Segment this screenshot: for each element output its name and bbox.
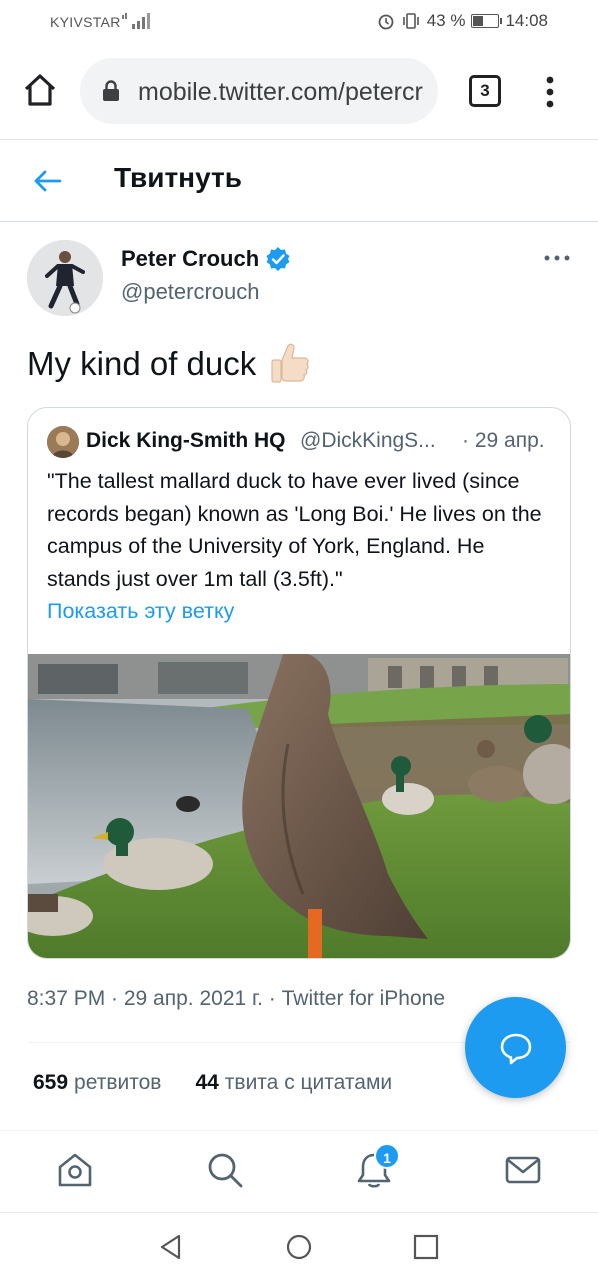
verified-badge-icon	[266, 247, 290, 271]
quoted-author-name[interactable]: Dick King-Smith HQ	[86, 429, 286, 453]
avatar[interactable]	[27, 240, 103, 316]
compose-reply-button[interactable]	[465, 997, 566, 1098]
tweet-text: My kind of duck	[27, 342, 310, 386]
author-name[interactable]: Peter Crouch	[121, 246, 291, 272]
thumbs-up-emoji-icon	[271, 343, 309, 383]
signal-icon	[122, 13, 150, 29]
notification-badge: 1	[374, 1143, 400, 1169]
tweet-stats: 659 ретвитов 44 твита с цитатами	[33, 1071, 392, 1095]
reply-bubble-icon	[500, 1033, 532, 1065]
quotes-count: 44	[195, 1071, 219, 1094]
quoted-text: "The tallest mallard duck to have ever l…	[47, 469, 542, 591]
retweets-count: 659	[33, 1071, 69, 1094]
page-header: Твитнуть	[0, 140, 598, 222]
retweets-stat[interactable]: 659 ретвитов	[33, 1071, 161, 1095]
system-recents-icon[interactable]	[412, 1233, 440, 1261]
lock-icon	[103, 80, 119, 101]
home-tab-icon[interactable]	[56, 1151, 94, 1189]
home-icon[interactable]	[22, 72, 58, 108]
back-arrow-icon[interactable]	[30, 164, 64, 198]
system-home-icon[interactable]	[285, 1233, 313, 1261]
clock: 14:08	[505, 11, 548, 30]
quotes-stat[interactable]: 44 твита с цитатами	[195, 1071, 392, 1095]
more-vert-icon[interactable]	[540, 74, 560, 110]
quoted-date[interactable]: · 29 апр.	[462, 429, 545, 453]
search-tab-icon[interactable]	[206, 1151, 244, 1189]
carrier-label: KYIVSTAR	[50, 14, 121, 30]
show-thread-link[interactable]: Показать эту ветку	[47, 599, 234, 624]
status-bar: KYIVSTAR 43 % 14:08	[0, 0, 598, 44]
more-horizontal-icon[interactable]	[543, 250, 571, 266]
battery-percent: 43 %	[426, 11, 466, 30]
page-title: Твитнуть	[114, 162, 242, 193]
quoted-tweet-card[interactable]: Dick King-Smith HQ @DickKingS... · 29 ап…	[27, 407, 571, 959]
tweet-timestamp[interactable]: 8:37 PM · 29 апр. 2021 г. · Twitter for …	[27, 987, 445, 1011]
system-navigation-bar	[0, 1212, 598, 1280]
bottom-nav	[0, 1130, 598, 1212]
author-handle[interactable]: @petercrouch	[121, 279, 260, 305]
messages-tab-icon[interactable]	[504, 1151, 542, 1189]
address-bar[interactable]: mobile.twitter.com/petercrouch	[80, 58, 438, 124]
system-back-icon[interactable]	[157, 1233, 185, 1261]
quoted-author-handle[interactable]: @DickKingS...	[300, 429, 436, 453]
battery-icon	[471, 14, 503, 28]
quoted-avatar[interactable]	[47, 426, 79, 458]
quotes-label: твита с цитатами	[224, 1071, 393, 1094]
tweet-text-content: My kind of duck	[27, 345, 257, 382]
retweets-label: ретвитов	[74, 1071, 162, 1094]
browser-toolbar: mobile.twitter.com/petercrouch 3	[0, 44, 598, 140]
vibrate-icon	[402, 13, 419, 29]
author-name-text[interactable]: Peter Crouch	[121, 246, 259, 272]
alarm-icon	[378, 14, 394, 30]
duck-photo[interactable]	[28, 654, 571, 959]
url-text[interactable]: mobile.twitter.com/petercrouch	[138, 78, 424, 107]
tab-switcher-button[interactable]: 3	[469, 75, 501, 107]
